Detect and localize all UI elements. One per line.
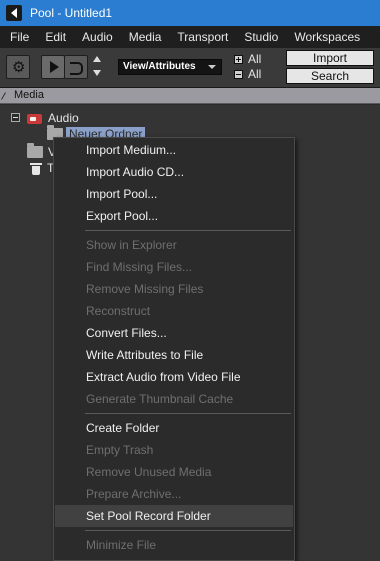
context-menu: Import Medium... Import Audio CD... Impo…	[53, 137, 295, 561]
menu-item-set-pool-record-folder[interactable]: Set Pool Record Folder	[55, 505, 293, 527]
view-attributes-select[interactable]: View/Attributes	[118, 59, 222, 75]
menu-audio[interactable]: Audio	[74, 26, 121, 48]
title-bar: Pool - Untitled1	[0, 0, 380, 26]
menu-separator	[85, 413, 291, 414]
menu-item-import-pool[interactable]: Import Pool...	[55, 183, 293, 205]
column-media[interactable]: Media	[14, 89, 44, 101]
menu-item-minimize-file: Minimize File	[86, 538, 157, 552]
menu-file[interactable]: File	[0, 26, 37, 48]
audio-folder-icon	[27, 112, 43, 125]
tree-item-trash[interactable]: T	[30, 160, 54, 176]
window-title: Pool - Untitled1	[30, 6, 113, 20]
menu-separator	[85, 530, 291, 531]
tree-item-audio[interactable]: Audio	[27, 110, 79, 126]
column-header: Media	[0, 88, 380, 104]
menu-item-generate-thumbnail-cache: Generate Thumbnail Cache	[86, 392, 234, 406]
menu-item-reconstruct: Reconstruct	[86, 304, 151, 318]
menu-item-remove-missing-files: Remove Missing Files	[86, 282, 204, 296]
minus-icon	[234, 69, 243, 79]
tree-item-video[interactable]: V	[27, 143, 56, 160]
menu-workspaces[interactable]: Workspaces	[286, 26, 368, 48]
menu-item-export-pool[interactable]: Export Pool...	[55, 205, 293, 227]
trash-icon	[30, 162, 42, 175]
toolbar-scroll-arrows-icon[interactable]	[92, 56, 101, 80]
menu-media[interactable]: Media	[121, 26, 170, 48]
menu-item-prepare-archive: Prepare Archive...	[86, 487, 182, 501]
cubase-logo-icon	[6, 5, 22, 21]
sort-icon[interactable]	[3, 91, 11, 101]
menu-item-extract-audio[interactable]: Extract Audio from Video File	[55, 366, 293, 388]
menu-item-convert-files[interactable]: Convert Files...	[55, 322, 293, 344]
menu-item-show-in-explorer: Show in Explorer	[86, 238, 177, 252]
menu-item-import-medium[interactable]: Import Medium...	[55, 139, 293, 161]
menu-transport[interactable]: Transport	[169, 26, 236, 48]
play-icon[interactable]	[41, 55, 65, 79]
expand-all-label: All	[248, 52, 262, 66]
menu-edit[interactable]: Edit	[37, 26, 74, 48]
collapse-all-label: All	[248, 67, 262, 81]
video-folder-icon	[27, 143, 43, 158]
setup-gear-icon[interactable]	[6, 55, 30, 79]
search-button[interactable]: Search	[286, 68, 374, 84]
menu-bar: File Edit Audio Media Transport Studio W…	[0, 26, 380, 48]
menu-item-write-attributes[interactable]: Write Attributes to File	[55, 344, 293, 366]
collapse-audio-icon[interactable]	[11, 113, 20, 122]
expand-all-button[interactable]: All	[234, 52, 261, 66]
menu-item-empty-trash: Empty Trash	[86, 443, 154, 457]
menu-separator	[85, 230, 291, 231]
chevron-down-icon	[208, 65, 216, 69]
plus-icon	[234, 54, 243, 64]
import-button[interactable]: Import	[286, 50, 374, 66]
menu-item-create-folder[interactable]: Create Folder	[55, 417, 293, 439]
menu-item-find-missing-files: Find Missing Files...	[86, 260, 193, 274]
collapse-all-button[interactable]: All	[234, 67, 261, 81]
menu-item-import-audio-cd[interactable]: Import Audio CD...	[55, 161, 293, 183]
menu-item-remove-unused-media: Remove Unused Media	[86, 465, 212, 479]
menu-studio[interactable]: Studio	[236, 26, 286, 48]
loop-icon[interactable]	[64, 55, 88, 79]
view-select-value: View/Attributes	[123, 61, 196, 72]
tree-label-audio: Audio	[48, 111, 79, 125]
